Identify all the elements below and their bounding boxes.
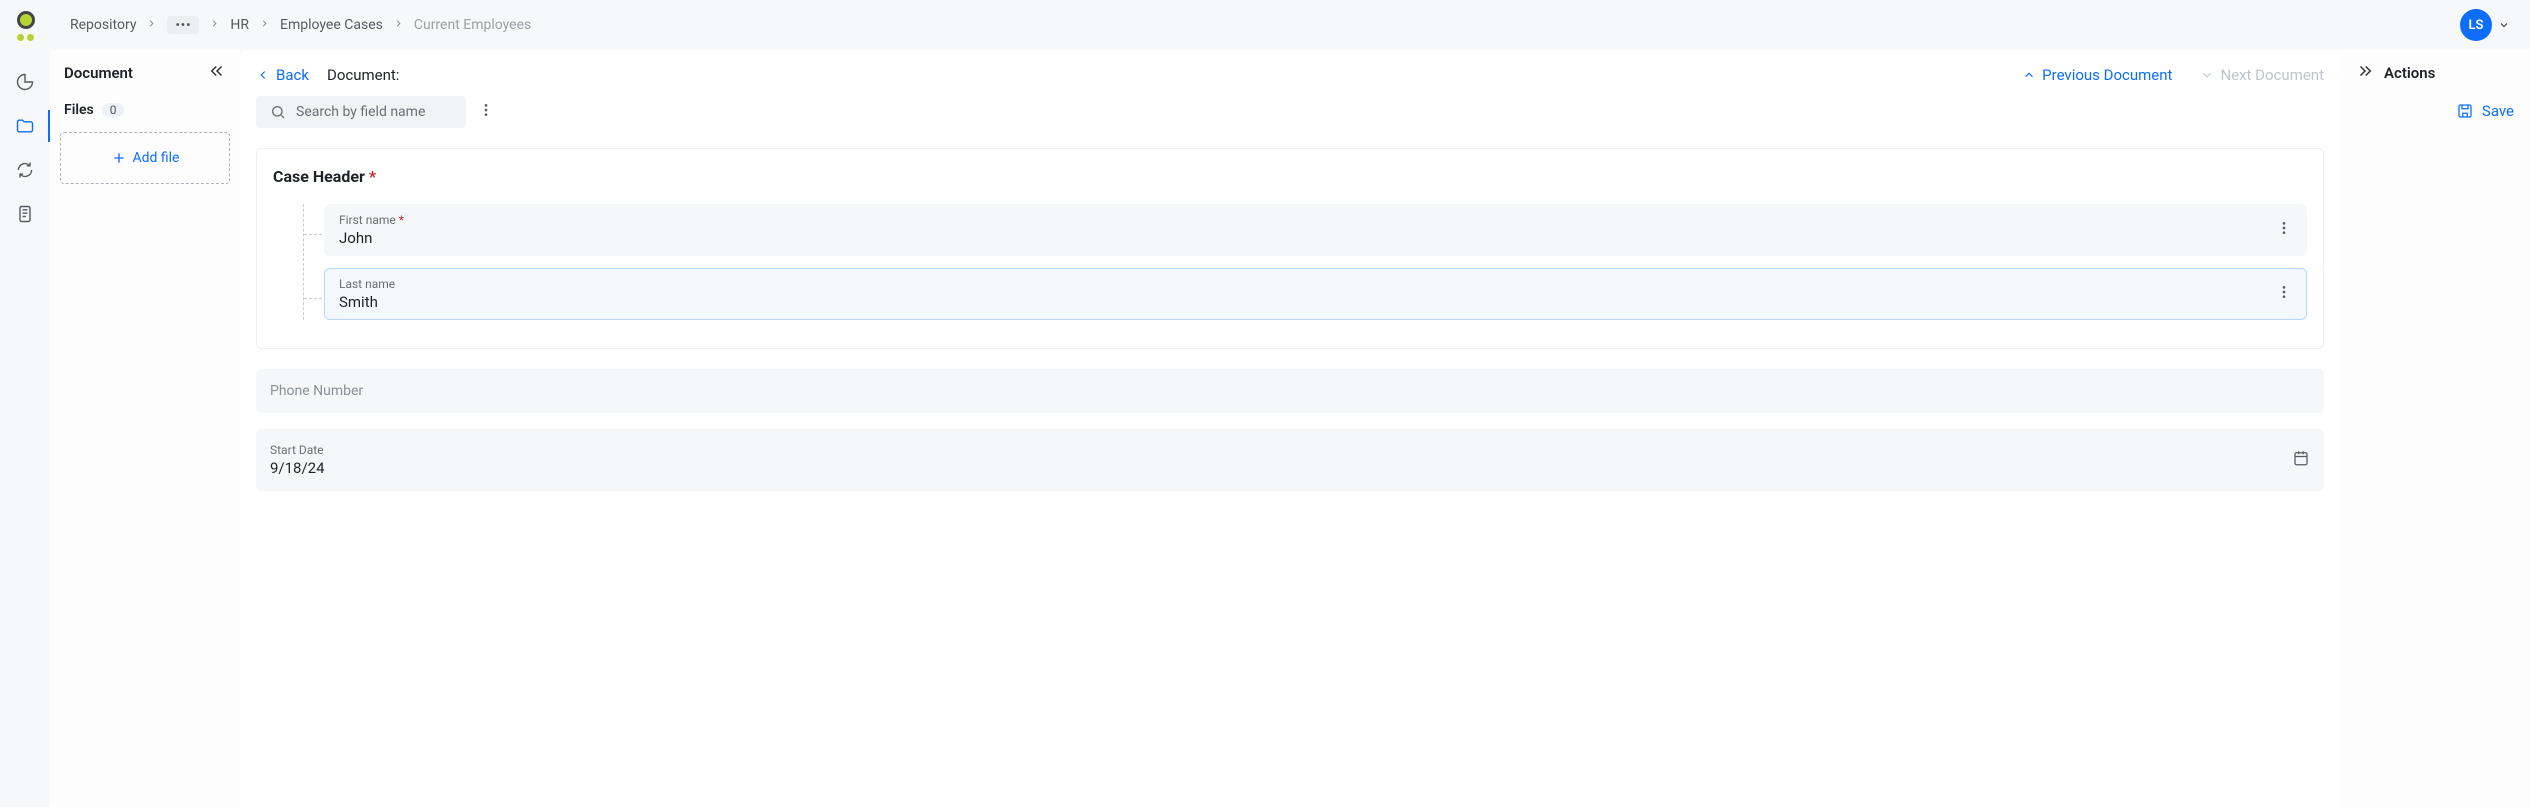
app-logo: [12, 11, 40, 39]
actions-title: Actions: [2384, 64, 2435, 82]
search-placeholder: Search by field name: [296, 104, 425, 120]
breadcrumb-collapsed[interactable]: •••: [167, 16, 199, 34]
case-header-section: Case Header * First name * John: [256, 148, 2324, 349]
start-date-value: 9/18/24: [270, 459, 2292, 477]
phone-number-field[interactable]: Phone Number: [256, 369, 2324, 413]
next-document-button: Next Document: [2200, 66, 2324, 84]
chevron-right-icon: [393, 17, 404, 33]
back-label: Back: [276, 66, 309, 84]
phone-label: Phone Number: [270, 383, 2310, 399]
chevron-left-icon: [256, 68, 270, 82]
chevron-right-icon: [209, 17, 220, 33]
back-button[interactable]: Back: [256, 66, 309, 84]
files-label: Files: [64, 102, 94, 118]
chevrons-right-icon: [2356, 62, 2374, 80]
user-menu[interactable]: LS: [2460, 9, 2510, 41]
panel-title: Document: [64, 64, 133, 82]
date-picker-button[interactable]: [2292, 449, 2310, 471]
more-vertical-icon: [2276, 284, 2292, 300]
collapse-panel-button[interactable]: [208, 62, 226, 84]
chevron-down-icon: [2200, 68, 2214, 82]
rail-sync[interactable]: [13, 158, 37, 182]
avatar: LS: [2460, 9, 2492, 41]
more-vertical-icon: [2276, 220, 2292, 236]
breadcrumb-root[interactable]: Repository: [70, 17, 136, 33]
first-name-options[interactable]: [2276, 220, 2292, 240]
document-title-prefix: Document:: [327, 66, 399, 84]
section-title-text: Case Header: [273, 167, 365, 186]
last-name-label: Last name: [339, 277, 2276, 291]
first-name-field[interactable]: First name * John: [324, 204, 2307, 256]
nav-rail: [0, 50, 50, 807]
start-date-label: Start Date: [270, 443, 2292, 457]
start-date-field[interactable]: Start Date 9/18/24: [256, 429, 2324, 491]
plus-icon: [111, 150, 127, 166]
chevron-right-icon: [146, 17, 157, 33]
chevrons-left-icon: [208, 62, 226, 80]
breadcrumb: Repository ••• HR Employee Cases Current…: [70, 16, 531, 34]
chevron-right-icon: [259, 17, 270, 33]
search-options-button[interactable]: [478, 102, 494, 122]
save-icon: [2456, 102, 2474, 120]
required-star: *: [399, 213, 404, 227]
last-name-value: Smith: [339, 293, 2276, 311]
prev-doc-label: Previous Document: [2042, 66, 2172, 84]
required-star: *: [369, 167, 376, 186]
rail-folder[interactable]: [13, 114, 37, 138]
refresh-icon: [15, 160, 35, 180]
next-doc-label: Next Document: [2220, 66, 2324, 84]
chevron-up-icon: [2022, 68, 2036, 82]
chevron-down-icon: [2498, 19, 2510, 31]
files-count: 0: [102, 103, 125, 117]
document-panel: Document Files 0 Add file: [50, 50, 240, 807]
last-name-field[interactable]: Last name Smith: [324, 268, 2307, 320]
save-button[interactable]: Save: [2356, 102, 2514, 120]
more-vertical-icon: [478, 102, 494, 118]
previous-document-button[interactable]: Previous Document: [2022, 66, 2172, 84]
actions-panel: Actions Save: [2340, 50, 2530, 807]
rail-dashboard[interactable]: [13, 70, 37, 94]
pie-chart-icon: [15, 72, 35, 92]
folder-icon: [15, 116, 35, 136]
first-name-value: John: [339, 229, 2276, 247]
calendar-icon: [2292, 449, 2310, 467]
topbar: Repository ••• HR Employee Cases Current…: [0, 0, 2530, 50]
breadcrumb-current: Current Employees: [414, 17, 531, 33]
main-content: Back Document: Previous Document Next Do…: [240, 50, 2340, 807]
save-label: Save: [2482, 102, 2514, 120]
section-title: Case Header *: [273, 167, 2307, 186]
search-icon: [270, 104, 286, 120]
breadcrumb-seg-cases[interactable]: Employee Cases: [280, 17, 383, 33]
search-input[interactable]: Search by field name: [256, 96, 466, 128]
add-file-label: Add file: [133, 150, 180, 166]
rail-edit[interactable]: [13, 202, 37, 226]
add-file-button[interactable]: Add file: [60, 132, 230, 184]
expand-actions-button[interactable]: [2356, 62, 2374, 84]
breadcrumb-seg-hr[interactable]: HR: [230, 17, 249, 33]
last-name-options[interactable]: [2276, 284, 2292, 304]
clipboard-edit-icon: [15, 204, 35, 224]
first-name-label: First name *: [339, 213, 2276, 227]
